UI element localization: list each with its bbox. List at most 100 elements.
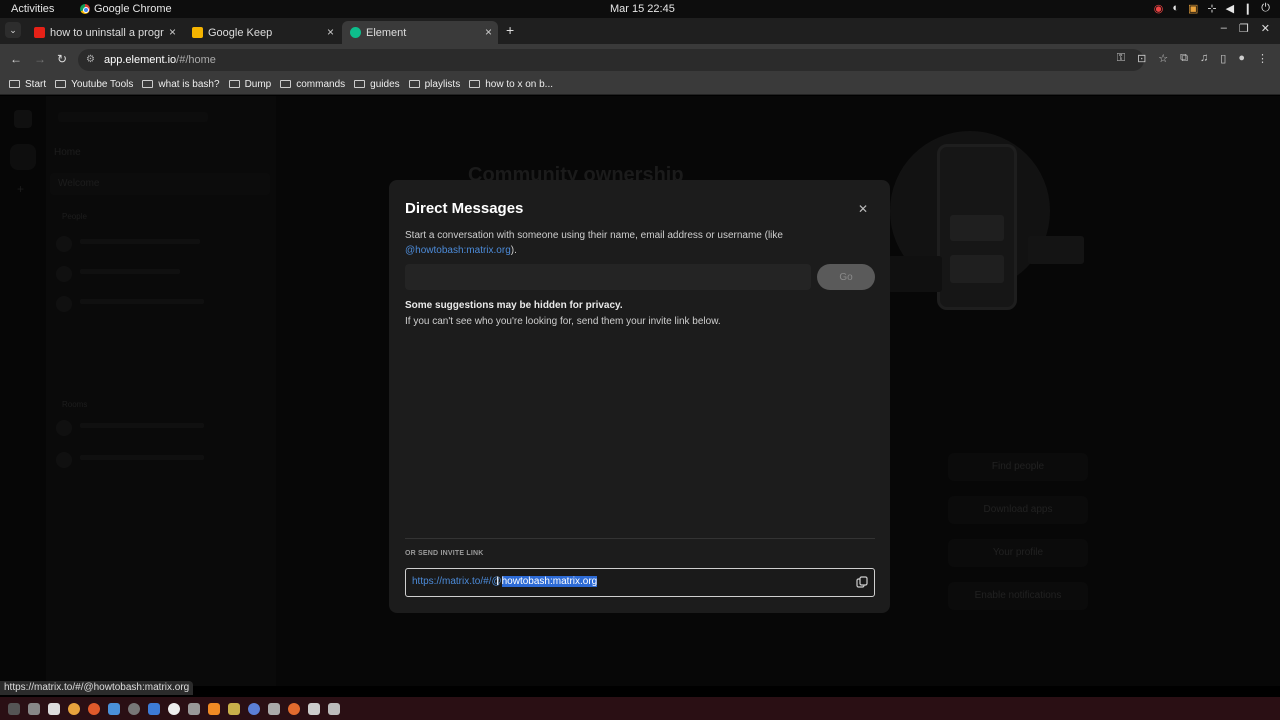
system-tray[interactable]: ◉ ◐ ▣ ⊹ ◀ ❙ ⏻ (1154, 2, 1270, 15)
bookmark-how-to-x[interactable]: how to x on b... (469, 75, 553, 93)
game-icon[interactable] (288, 702, 300, 715)
vscode-icon[interactable] (148, 702, 160, 715)
clock[interactable]: Mar 15 22:45 (610, 3, 675, 15)
reload-icon[interactable]: ↻ (57, 52, 67, 66)
bookmark-youtube-tools[interactable]: Youtube Tools (55, 75, 133, 93)
bookmark-start[interactable]: Start (9, 75, 46, 93)
keep-favicon-icon (192, 27, 203, 38)
close-icon[interactable]: × (169, 25, 176, 39)
vlc-icon[interactable] (208, 702, 220, 715)
volume-icon[interactable]: ◀ (1226, 2, 1234, 15)
files-icon[interactable] (28, 702, 40, 715)
invite-link-prefix: https://matrix.to/#/@ (412, 576, 502, 587)
description-text: Start a conversation with someone using … (405, 230, 783, 241)
app-menu[interactable]: Google Chrome (80, 3, 172, 15)
copy-icon[interactable] (856, 576, 868, 588)
invite-link[interactable]: https://matrix.to/#/@howtobash:matrix.or… (412, 576, 598, 587)
network-icon[interactable]: ⊹ (1207, 2, 1216, 15)
power-icon[interactable]: ⏻ (1261, 2, 1270, 15)
password-key-icon[interactable]: ⚿ (1117, 52, 1125, 65)
bookmark-dump[interactable]: Dump (228, 75, 272, 93)
example-username-link[interactable]: @howtobash:matrix.org (405, 245, 511, 256)
tab-element[interactable]: Element × (342, 21, 498, 44)
profile-avatar-icon[interactable]: ● (1238, 52, 1245, 65)
folder-icon (408, 80, 420, 88)
new-tab-button[interactable]: + (506, 22, 514, 38)
trash-icon[interactable] (328, 702, 340, 715)
selected-text: howtobash:matrix.org (501, 576, 598, 587)
chrome-icon[interactable] (68, 702, 80, 715)
close-icon[interactable]: × (485, 25, 492, 39)
tab-search-button[interactable]: ⌄ (5, 22, 21, 38)
browser-toolbar: ← → ↻ ⚙ app.element.io/#/home ⚿ ⊡ ☆ ⧉ ♫ … (0, 44, 1280, 75)
tab-youtube[interactable]: how to uninstall a progr × (26, 21, 182, 44)
folder-icon (469, 80, 481, 88)
forward-arrow-icon[interactable]: → (34, 52, 46, 66)
bookmark-label: how to x on b... (485, 78, 554, 90)
record-icon[interactable]: ◉ (1154, 2, 1164, 15)
address-bar[interactable]: ⚙ app.element.io/#/home (78, 49, 1144, 71)
extensions-icon[interactable]: ⧉ (1180, 52, 1188, 65)
text-editor-icon[interactable] (48, 702, 60, 715)
tab-strip: ⌄ how to uninstall a progr × Google Keep… (0, 18, 1280, 44)
bookmark-label: playlists (424, 78, 461, 90)
bookmark-label: guides (370, 78, 400, 90)
search-input[interactable] (405, 264, 811, 290)
apps-grid-icon[interactable] (8, 702, 20, 715)
document-icon[interactable] (308, 702, 320, 715)
bookmark-label: Youtube Tools (71, 78, 134, 90)
youtube-favicon-icon (34, 27, 45, 38)
back-arrow-icon[interactable]: ← (10, 52, 22, 66)
bookmark-what-is-bash[interactable]: what is bash? (142, 75, 220, 93)
divider (405, 538, 875, 539)
url-path: /#/home (176, 54, 216, 66)
folder-icon (55, 80, 67, 88)
settings-icon[interactable] (108, 702, 120, 715)
archive-icon[interactable] (188, 702, 200, 715)
minimize-icon[interactable]: – (1221, 22, 1227, 35)
system-top-bar: Activities Google Chrome Mar 15 22:45 ◉ … (0, 0, 1280, 18)
firefox-icon[interactable] (88, 702, 100, 715)
tab-title: Google Keep (208, 26, 273, 39)
toolbar-actions: ⚿ ⊡ ☆ ⧉ ♫ ▯ ● ⋮ (1117, 52, 1268, 65)
folder-icon (280, 80, 292, 88)
bookmark-label: Dump (244, 78, 272, 90)
bookmark-guides[interactable]: guides (354, 75, 400, 93)
folder-icon (228, 80, 240, 88)
taskbar (0, 697, 1280, 720)
bookmark-label: what is bash? (158, 78, 220, 90)
mic-icon[interactable]: ❙ (1243, 2, 1252, 15)
close-window-icon[interactable]: ✕ (1261, 22, 1270, 35)
go-button[interactable]: Go (817, 264, 875, 290)
dialog-title: Direct Messages (405, 200, 524, 217)
folder-icon (9, 80, 20, 88)
bookmark-star-icon[interactable]: ☆ (1158, 52, 1168, 65)
steam-icon[interactable]: ◐ (1172, 2, 1179, 15)
steam-icon[interactable] (128, 702, 140, 715)
activities-button[interactable]: Activities (11, 3, 54, 15)
bookmark-label: Start (25, 78, 47, 90)
tab-title: Element (366, 26, 407, 39)
close-icon[interactable]: ✕ (855, 201, 871, 217)
terminal-icon[interactable] (268, 702, 280, 715)
notes-icon[interactable] (228, 702, 240, 715)
direct-messages-dialog: Direct Messages ✕ Start a conversation w… (389, 180, 890, 613)
site-info-icon[interactable]: ⚙ (86, 49, 95, 71)
bookmark-playlists[interactable]: playlists (408, 75, 461, 93)
side-panel-icon[interactable]: ▯ (1220, 52, 1226, 65)
browser-icon[interactable] (248, 702, 260, 715)
restore-icon[interactable]: ❐ (1239, 22, 1249, 35)
more-menu-icon[interactable]: ⋮ (1257, 52, 1268, 65)
install-app-icon[interactable]: ⊡ (1137, 52, 1146, 65)
tab-google-keep[interactable]: Google Keep × (184, 21, 340, 44)
media-icon[interactable]: ♫ (1200, 52, 1208, 65)
close-icon[interactable]: × (327, 25, 334, 39)
invite-link-field[interactable]: https://matrix.to/#/@howtobash:matrix.or… (405, 568, 875, 597)
invite-link-label: OR SEND INVITE LINK (405, 550, 484, 557)
discord-icon[interactable] (168, 702, 180, 715)
privacy-notice-title: Some suggestions may be hidden for priva… (405, 300, 623, 311)
bookmark-commands[interactable]: commands (280, 75, 345, 93)
description-suffix: ). (510, 245, 517, 256)
bookmarks-bar: Start Youtube Tools what is bash? Dump c… (0, 75, 1280, 95)
clipboard-icon[interactable]: ▣ (1188, 2, 1198, 15)
